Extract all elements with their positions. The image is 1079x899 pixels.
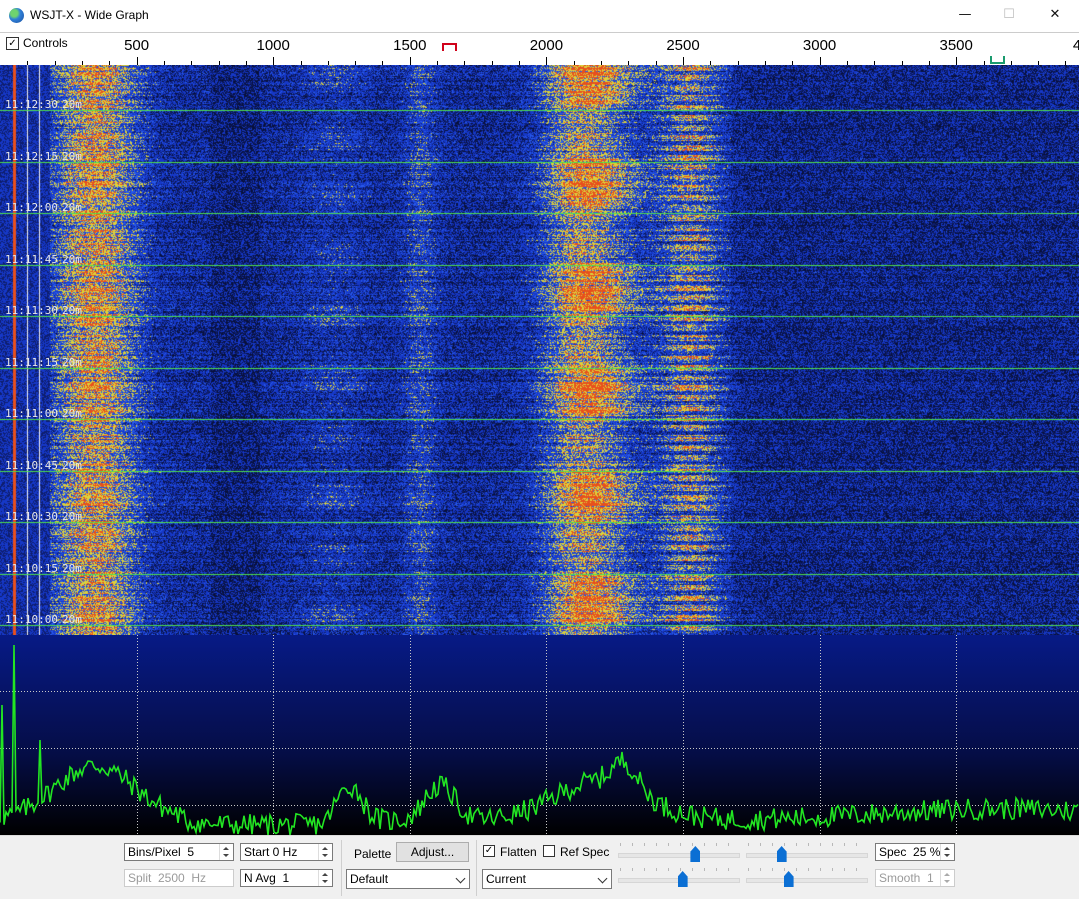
spectrum-display[interactable]: [0, 635, 1079, 835]
slider-track: [746, 853, 868, 858]
wsjtx-globe-icon: [9, 8, 24, 23]
slider-track: [746, 878, 868, 883]
chevron-down-icon: [597, 873, 608, 884]
spin-arrows-icon[interactable]: [318, 844, 332, 860]
palette-label: Palette: [354, 847, 392, 861]
ref-spec-label: Ref Spec: [560, 845, 610, 859]
ruler-tick: [410, 57, 411, 65]
tx-frequency-marker[interactable]: [990, 56, 1005, 64]
flatten-label: Flatten: [500, 845, 537, 859]
ruler-tick: [820, 57, 821, 65]
adjust-button[interactable]: Adjust...: [396, 842, 469, 862]
waterfall-display[interactable]: [0, 65, 1079, 635]
frequency-label: 1500: [393, 37, 427, 54]
spectrum-background: [0, 635, 1079, 835]
split-spinbox: Split 2500 Hz: [124, 869, 234, 887]
close-button[interactable]: ✕: [1032, 0, 1078, 32]
gain-slider[interactable]: [690, 846, 701, 862]
spectrum-gain-slider[interactable]: [677, 871, 688, 887]
frequency-label: 4: [1072, 37, 1079, 54]
palette-select[interactable]: Default: [346, 869, 470, 889]
ruler-tick: [273, 57, 274, 65]
frequency-label: 2500: [666, 37, 700, 54]
slider-ticks: [748, 868, 864, 871]
frequency-label: 3000: [802, 37, 837, 54]
frequency-label: 3500: [939, 37, 973, 54]
controls-panel: Bins/Pixel 5 Start 0 Hz Split 2500 Hz N …: [0, 835, 1079, 899]
spectrum-zero-slider[interactable]: [783, 871, 794, 887]
divider: [341, 840, 342, 896]
spectrum-mode-select[interactable]: Current: [482, 869, 612, 889]
rx-frequency-marker[interactable]: [442, 43, 457, 51]
check-icon: ✓: [484, 845, 494, 856]
ruler-tick: [956, 57, 957, 65]
title-bar: WSJT-X - Wide Graph — ☐ ✕: [0, 0, 1079, 32]
start-frequency-spinbox[interactable]: Start 0 Hz: [240, 843, 333, 861]
ruler-tick: [546, 57, 547, 65]
window-title: WSJT-X - Wide Graph: [30, 8, 149, 22]
spin-arrows-icon[interactable]: [219, 844, 233, 860]
frequency-label: 500: [124, 37, 150, 54]
frequency-ruler[interactable]: ✓ Controls 500 1000 1500 2000 2500 3000 3500 4: [0, 32, 1079, 66]
spin-arrows-icon[interactable]: [318, 870, 332, 886]
divider: [476, 840, 477, 896]
bins-per-pixel-spinbox[interactable]: Bins/Pixel 5: [124, 843, 234, 861]
frequency-label: 1000: [256, 37, 290, 54]
spin-arrows-icon: [940, 870, 954, 886]
ref-spec-checkbox[interactable]: [543, 845, 555, 857]
flatten-checkbox[interactable]: ✓: [483, 845, 495, 857]
smooth-spinbox: Smooth 1: [875, 869, 955, 887]
spin-arrows-icon[interactable]: [940, 844, 954, 860]
slider-track: [618, 853, 740, 858]
n-avg-spinbox[interactable]: N Avg 1: [240, 869, 333, 887]
controls-label: Controls: [23, 36, 68, 50]
slider-ticks: [620, 868, 736, 871]
minimize-button[interactable]: —: [942, 0, 988, 32]
zero-slider[interactable]: [776, 846, 787, 862]
controls-checkbox[interactable]: ✓: [6, 37, 19, 50]
slider-ticks: [620, 843, 736, 846]
maximize-button[interactable]: ☐: [986, 0, 1032, 32]
frequency-label: 2000: [529, 37, 564, 54]
slider-ticks: [748, 843, 864, 846]
ruler-tick: [683, 57, 684, 65]
ruler-tick: [137, 57, 138, 65]
chevron-down-icon: [455, 873, 466, 884]
spec-percent-spinbox[interactable]: Spec 25 %: [875, 843, 955, 861]
check-icon: ✓: [8, 38, 17, 49]
